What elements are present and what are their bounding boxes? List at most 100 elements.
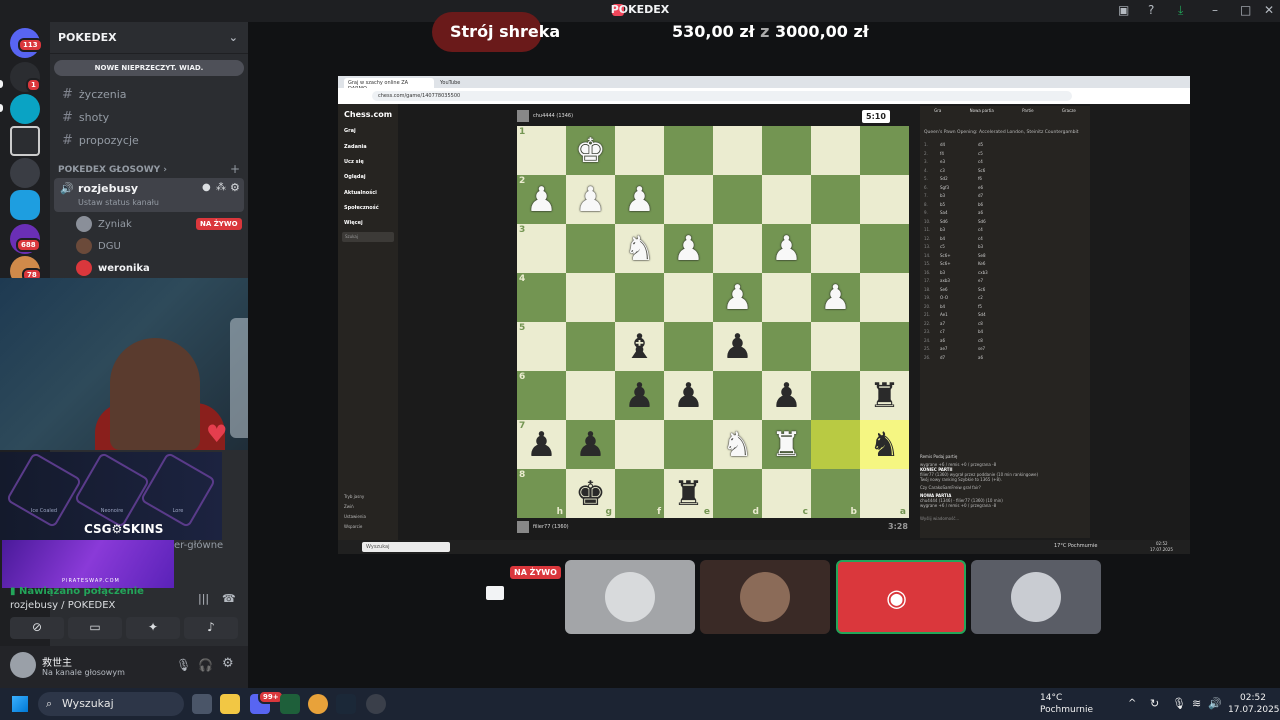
board-square[interactable]	[860, 175, 909, 224]
channel-partial[interactable]: er-główne	[174, 540, 223, 551]
participant-tile[interactable]	[565, 560, 695, 634]
board-square[interactable]: d	[713, 469, 762, 518]
move-row[interactable]: 12. b4 c4	[924, 236, 1086, 243]
nav-more[interactable]: Więcej	[344, 220, 363, 226]
tab-game[interactable]: Gra	[934, 108, 941, 126]
chess-piece[interactable]: ♟	[820, 281, 850, 315]
clock-date[interactable]: 17.07.2025	[1228, 705, 1280, 715]
disconnect-icon[interactable]: ☎	[222, 592, 236, 605]
soundboard-button[interactable]: ♪	[184, 617, 238, 639]
board-square[interactable]	[811, 420, 860, 469]
board-square[interactable]	[713, 175, 762, 224]
chess-piece[interactable]: ♟	[673, 379, 703, 413]
settings-icon[interactable]: ⚙	[230, 181, 240, 194]
board-square[interactable]: ♟	[762, 371, 811, 420]
board-square[interactable]	[860, 224, 909, 273]
board-square[interactable]	[566, 273, 615, 322]
move-row[interactable]: 14. Sc6+ Se8	[924, 253, 1086, 260]
wifi-icon[interactable]: ≋	[1192, 697, 1201, 710]
xbox-icon[interactable]	[280, 694, 300, 714]
server-header[interactable]: POKEDEX ⌄	[50, 22, 248, 54]
screen-share-icon[interactable]	[486, 586, 504, 600]
screen-share-button[interactable]: ▭	[68, 617, 122, 639]
board-square[interactable]: 3	[517, 224, 566, 273]
chevron-down-icon[interactable]: ⌄	[229, 31, 238, 44]
board-square[interactable]	[762, 322, 811, 371]
move-row[interactable]: 26. d7 a6	[924, 355, 1086, 362]
board-square[interactable]	[860, 126, 909, 175]
board-square[interactable]: ♜	[762, 420, 811, 469]
board-square[interactable]	[762, 175, 811, 224]
move-row[interactable]: 15. Sc6+ Ke6	[924, 261, 1086, 268]
pokedex-server-icon[interactable]	[10, 190, 40, 220]
chesscom-search[interactable]: Szukaj	[342, 232, 394, 242]
move-row[interactable]: 22. a7 c8	[924, 321, 1086, 328]
chess-piece[interactable]: ♟	[722, 330, 752, 364]
chat-icon[interactable]: ●	[202, 182, 211, 193]
chesscom-logo[interactable]: Chess.com	[344, 110, 392, 119]
board-square[interactable]: ♟	[664, 224, 713, 273]
move-row[interactable]: 25. ae7 se7	[924, 346, 1086, 353]
board-square[interactable]: g ♚	[566, 469, 615, 518]
chess-piece[interactable]: ♟	[771, 379, 801, 413]
board-square[interactable]: f	[615, 469, 664, 518]
board-square[interactable]: ♞	[615, 224, 664, 273]
channel-zyczenia[interactable]: # życzenia	[58, 84, 240, 104]
board-square[interactable]	[615, 273, 664, 322]
move-row[interactable]: 16. b3 cxb3	[924, 270, 1086, 277]
board-square[interactable]	[762, 273, 811, 322]
server-icon-shield[interactable]	[10, 158, 40, 188]
board-square[interactable]: ♟	[566, 175, 615, 224]
obs-icon[interactable]	[366, 694, 386, 714]
board-square[interactable]: 8h	[517, 469, 566, 518]
move-row[interactable]: 23. c7 b4	[924, 329, 1086, 336]
move-row[interactable]: 24. a6 c8	[924, 338, 1086, 345]
chess-piece[interactable]: ♚	[575, 134, 605, 168]
invite-icon[interactable]: ⁂	[216, 182, 226, 193]
move-row[interactable]: 21. Ae1 Sd4	[924, 312, 1086, 319]
inbox-icon[interactable]: ▣	[1118, 3, 1129, 17]
nav-puzzles[interactable]: Zadania	[344, 144, 367, 150]
board-square[interactable]: a	[860, 469, 909, 518]
browser-tab[interactable]: Graj w szachy online ZA DARMO...	[344, 78, 434, 92]
clock-time[interactable]: 02:52	[1240, 693, 1266, 703]
browser-tab[interactable]: YouTube	[436, 78, 496, 88]
board-square[interactable]: 4	[517, 273, 566, 322]
voice-user[interactable]: weronika	[76, 258, 150, 278]
headphones-icon[interactable]: 🎧	[198, 658, 213, 672]
windows-start-icon[interactable]	[12, 696, 28, 712]
move-row[interactable]: 7. b3 d7	[924, 193, 1086, 200]
nav-settings[interactable]: Ustawienia	[344, 514, 366, 519]
voice-user[interactable]: Zyniak	[76, 214, 132, 234]
tab-games[interactable]: Partie	[1022, 108, 1033, 126]
move-row[interactable]: 2. f4 c5	[924, 151, 1086, 158]
move-row[interactable]: 11. b3 c4	[924, 227, 1086, 234]
move-row[interactable]: 17. axb3 e7	[924, 278, 1086, 285]
board-square[interactable]	[860, 273, 909, 322]
board-square[interactable]	[713, 224, 762, 273]
participant-tile[interactable]	[700, 560, 830, 634]
nav-watch[interactable]: Oglądaj	[344, 174, 366, 180]
board-square[interactable]: 7 ♟	[517, 420, 566, 469]
board-square[interactable]	[664, 126, 713, 175]
url-field[interactable]: chess.com/game/140778035500	[372, 91, 1072, 101]
board-square[interactable]	[811, 322, 860, 371]
board-square[interactable]	[713, 126, 762, 175]
chess-piece[interactable]: ♟	[526, 183, 556, 217]
chrome-icon[interactable]	[308, 694, 328, 714]
board-square[interactable]	[664, 322, 713, 371]
board-square[interactable]	[615, 420, 664, 469]
add-channel-icon[interactable]: +	[230, 162, 240, 176]
board-square[interactable]: ♟	[615, 175, 664, 224]
tab-players[interactable]: Gracze	[1062, 108, 1076, 126]
board-square[interactable]: ♚	[566, 126, 615, 175]
board-square[interactable]: ♞	[713, 420, 762, 469]
steam-icon[interactable]	[336, 694, 356, 714]
move-row[interactable]: 1. d4 d5	[924, 142, 1086, 149]
voice-category[interactable]: POKEDEX GŁOSOWY ›	[58, 165, 167, 175]
board-square[interactable]	[811, 224, 860, 273]
channel-propozycje[interactable]: # propozycje	[58, 130, 240, 150]
board-square[interactable]	[713, 371, 762, 420]
nav-learn[interactable]: Ucz się	[344, 159, 364, 165]
download-icon[interactable]: ⤓	[1178, 3, 1183, 18]
